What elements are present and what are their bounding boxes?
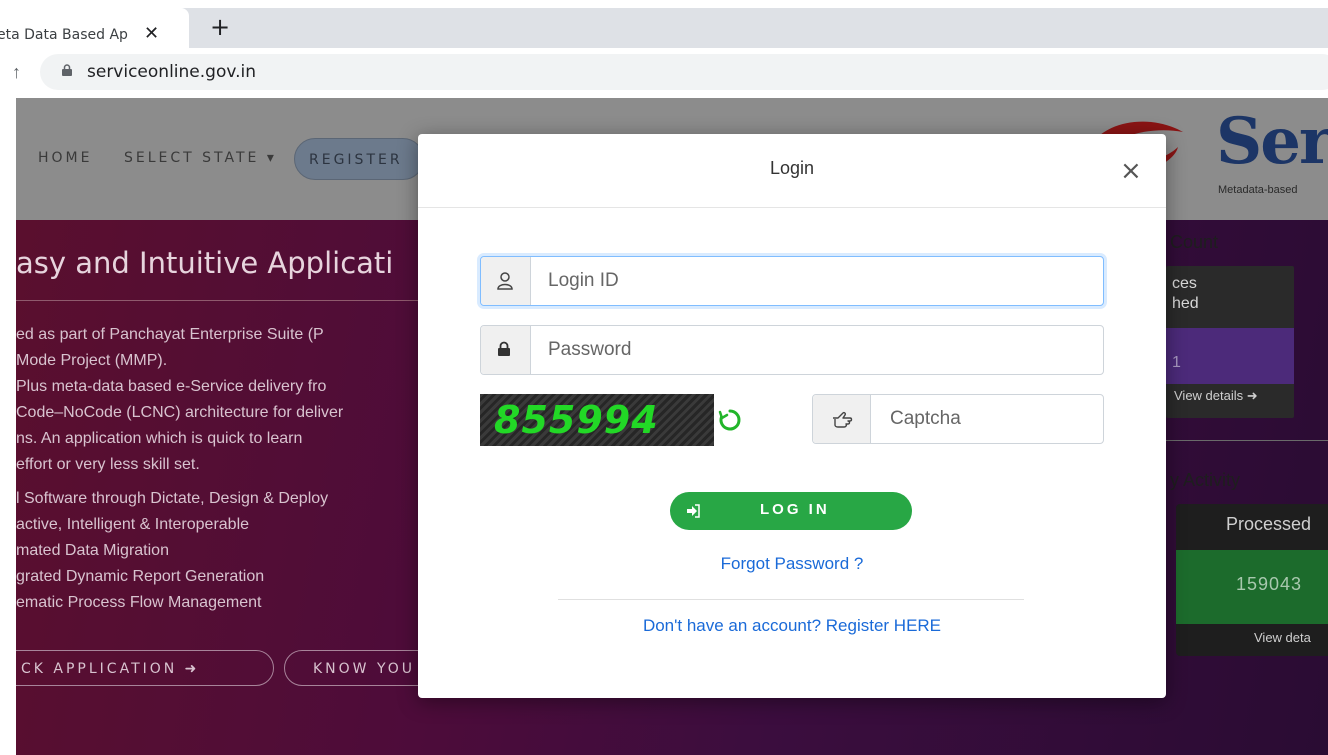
- hero-line: ns. An application which is quick to lea…: [16, 430, 303, 447]
- lock-icon: [498, 341, 510, 356]
- hero-description: ed as part of Panchayat Enterprise Suite…: [16, 322, 426, 616]
- browser-tab[interactable]: eta Data Based Ap ✕: [0, 8, 189, 48]
- lock-icon: [62, 64, 72, 76]
- captcha-addon: [813, 395, 871, 443]
- forgot-password-link[interactable]: Forgot Password ?: [418, 554, 1166, 574]
- processed-card-number: 159043: [1236, 574, 1303, 594]
- login-id-addon: [481, 257, 531, 305]
- hero-title: asy and Intuitive Applicati: [16, 246, 394, 280]
- panel-divider: [1166, 440, 1328, 441]
- nav-register-button[interactable]: REGISTER: [294, 138, 424, 180]
- password-addon: [481, 326, 531, 374]
- refresh-icon[interactable]: [718, 408, 742, 432]
- register-link[interactable]: Don't have an account? Register HERE: [418, 616, 1166, 636]
- processed-card-text: Processed: [1226, 514, 1312, 534]
- close-icon[interactable]: ×: [1120, 158, 1142, 184]
- user-icon: [497, 272, 513, 290]
- services-view-details-link[interactable]: View details ➜: [1174, 388, 1258, 404]
- hero-line: effort or very less skill set.: [16, 456, 200, 473]
- captcha-group: [812, 394, 1104, 444]
- processed-view-details-link[interactable]: View deta: [1254, 630, 1311, 645]
- hand-pointer-icon: [833, 411, 853, 428]
- window-corner: [0, 738, 14, 755]
- hero-line: l Software through Dictate, Design & Dep…: [16, 490, 329, 507]
- nav-arrow-icon[interactable]: ↑: [12, 62, 21, 83]
- url-text[interactable]: serviceonline.gov.in: [87, 62, 256, 82]
- modal-divider: [558, 599, 1024, 600]
- services-card: ces hed 1 View details ➜: [1166, 266, 1294, 418]
- hero-line: mated Data Migration: [16, 542, 169, 559]
- services-card-number: 1: [1172, 354, 1181, 371]
- hero-line: grated Dynamic Report Generation: [16, 568, 265, 585]
- processed-card: Processed 159043 View deta: [1176, 504, 1328, 656]
- track-application-button[interactable]: CK APPLICATION ➜: [16, 650, 274, 686]
- hero-line: Mode Project (MMP).: [16, 352, 168, 369]
- modal-header: Login ×: [418, 134, 1166, 208]
- logo-text: Serv: [1216, 104, 1328, 179]
- count-title: Count: [1170, 232, 1219, 252]
- login-modal: Login × 855994: [418, 134, 1166, 698]
- activity-title: y Activity: [1170, 470, 1241, 490]
- captcha-input[interactable]: [872, 395, 1100, 443]
- track-application-label: CK APPLICATION ➜: [21, 661, 200, 677]
- modal-title: Login: [769, 158, 815, 178]
- hero-line: active, Intelligent & Interoperable: [16, 516, 250, 533]
- know-your-label: KNOW YOU: [313, 661, 416, 677]
- captcha-code: 855994: [494, 398, 659, 442]
- services-card-text: ces hed: [1172, 275, 1199, 312]
- nav-register-label: REGISTER: [309, 152, 403, 168]
- sign-in-icon: [687, 504, 700, 518]
- logo-subtitle: Metadata-based: [1218, 184, 1298, 196]
- services-card-band: [1166, 328, 1294, 384]
- login-id-group: [480, 256, 1104, 306]
- screen: eta Data Based Ap ✕ + ↑ serviceonline.go…: [0, 0, 1328, 755]
- hero-line: Code–NoCode (LCNC) architecture for deli…: [16, 404, 344, 421]
- hero-line: Plus meta-data based e-Service delivery …: [16, 378, 327, 395]
- login-id-input[interactable]: [532, 257, 1102, 305]
- captcha-image: 855994: [480, 394, 714, 446]
- password-group: [480, 325, 1104, 375]
- tab-close-icon[interactable]: ✕: [144, 23, 159, 44]
- hero-line: ematic Process Flow Management: [16, 594, 262, 611]
- tab-title: eta Data Based Ap: [0, 27, 128, 43]
- hero-divider: [16, 300, 426, 301]
- login-button[interactable]: LOG IN: [670, 492, 912, 530]
- nav-home[interactable]: HOME: [38, 150, 92, 166]
- login-button-label: LOG IN: [760, 501, 830, 518]
- nav-select-state[interactable]: SELECT STATE ▾: [124, 150, 277, 166]
- window-edge: [0, 0, 16, 755]
- password-input[interactable]: [532, 326, 1102, 374]
- hero-line: ed as part of Panchayat Enterprise Suite…: [16, 326, 324, 343]
- new-tab-icon[interactable]: +: [210, 13, 230, 41]
